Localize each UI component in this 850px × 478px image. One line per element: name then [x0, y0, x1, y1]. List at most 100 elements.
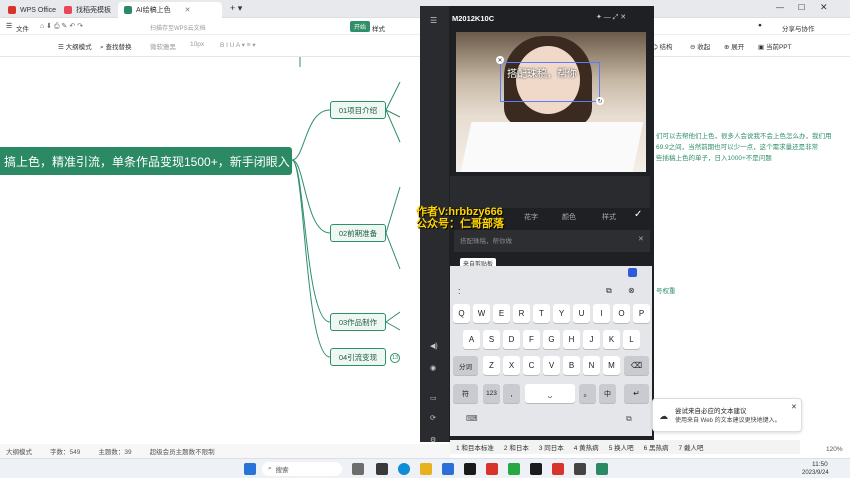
key-g[interactable]: G: [543, 330, 560, 349]
tab-current-doc[interactable]: AI绘稿上色 ✕: [118, 2, 222, 18]
clear-icon[interactable]: ✕: [638, 235, 644, 243]
key-a[interactable]: A: [463, 330, 480, 349]
structure-button[interactable]: ⌬ 结构: [652, 41, 672, 51]
key-q[interactable]: Q: [453, 304, 470, 323]
avatar[interactable]: ●: [758, 22, 762, 29]
key-v[interactable]: V: [543, 356, 560, 375]
topic-node[interactable]: 04引流变现: [330, 348, 386, 366]
topic-node[interactable]: 03作品制作: [330, 313, 386, 331]
topic-node[interactable]: 02前期准备: [330, 224, 386, 242]
format-icons[interactable]: B I U A ▾ ≡ ▾: [220, 41, 256, 49]
clock-date[interactable]: 2023/9/24: [802, 470, 829, 476]
key-symbols[interactable]: 符: [453, 384, 478, 403]
confirm-icon[interactable]: ✓: [634, 209, 642, 220]
key-segment[interactable]: 分词: [453, 356, 478, 375]
zoom-level[interactable]: 120%: [826, 446, 843, 453]
candidate-item[interactable]: 1 和目本标准: [456, 442, 494, 452]
key-numbers[interactable]: 123: [483, 384, 500, 403]
quick-tools-icon[interactable]: ⌂ ⬇ ⎙ ✎ ↶ ↷: [40, 22, 83, 31]
key-c[interactable]: C: [523, 356, 540, 375]
candidate-item[interactable]: 6 黑热病: [644, 442, 669, 452]
key-n[interactable]: N: [583, 356, 600, 375]
style-tab[interactable]: 样式: [372, 23, 385, 33]
key-o[interactable]: O: [613, 304, 630, 323]
candidate-item[interactable]: 4 黄热病: [574, 442, 599, 452]
key-z[interactable]: Z: [483, 356, 500, 375]
key-i[interactable]: I: [593, 304, 610, 323]
delete-handle-icon[interactable]: ✕: [496, 56, 504, 64]
app-icon[interactable]: [596, 463, 608, 475]
tool-huazi[interactable]: 花字: [524, 212, 538, 222]
keyboard[interactable]: : ⧉ ⊗ Q W E R T Y U I O P A S D F G H J …: [450, 266, 652, 436]
text-input[interactable]: 搭配珠稿，帮你做 ✕: [454, 230, 650, 252]
key-d[interactable]: D: [503, 330, 520, 349]
app-icon[interactable]: [376, 463, 388, 475]
close-icon[interactable]: ✕: [791, 403, 797, 411]
location-icon[interactable]: ◉: [430, 364, 436, 372]
key-h[interactable]: H: [563, 330, 580, 349]
candidate-item[interactable]: 5 换人吧: [609, 442, 634, 452]
topic-node[interactable]: 01项目介绍: [330, 101, 386, 119]
export-ppt-button[interactable]: ▣ 当前PPT: [758, 41, 792, 51]
keyboard-app-icon[interactable]: [628, 268, 637, 277]
close-icon[interactable]: ✕: [185, 6, 191, 14]
settings-icon[interactable]: ⚙: [430, 436, 436, 444]
size-select[interactable]: 10px: [190, 41, 204, 48]
candidate-item[interactable]: 7 戴人吧: [679, 442, 704, 452]
wechat-icon[interactable]: [508, 463, 520, 475]
clipboard-icon[interactable]: ⧉: [606, 286, 612, 296]
share-button[interactable]: 分享与协作: [782, 23, 815, 33]
windows-start-icon[interactable]: [244, 463, 256, 475]
central-topic[interactable]: 搞上色，精准引流，单条作品变现1500+，新手闭眼入: [0, 147, 292, 175]
key-t[interactable]: T: [533, 304, 550, 323]
candidate-colon[interactable]: :: [458, 286, 461, 296]
key-x[interactable]: X: [503, 356, 520, 375]
key-f[interactable]: F: [523, 330, 540, 349]
menu-icon[interactable]: ☰: [430, 16, 437, 25]
tab-wps-office[interactable]: WPS Office: [2, 2, 62, 18]
close-candidates-icon[interactable]: ⊗: [628, 286, 635, 295]
key-chinese[interactable]: 中: [599, 384, 616, 403]
photo-preview[interactable]: [456, 32, 646, 172]
key-s[interactable]: S: [483, 330, 500, 349]
candidate-item[interactable]: 2 和日本: [504, 442, 529, 452]
keyboard-toggle-icon[interactable]: ⌨: [466, 414, 478, 423]
app-icon[interactable]: [442, 463, 454, 475]
folder-icon[interactable]: [420, 463, 432, 475]
app-icon[interactable]: [530, 463, 542, 475]
key-p[interactable]: P: [633, 304, 650, 323]
volume-icon[interactable]: ◀): [430, 342, 438, 350]
window-max-icon[interactable]: ☐: [798, 3, 805, 12]
backspace-icon[interactable]: ⌫: [624, 356, 649, 375]
window-close-icon[interactable]: ✕: [820, 2, 828, 13]
status-mode[interactable]: 大纲模式: [6, 446, 32, 456]
key-e[interactable]: E: [493, 304, 510, 323]
edge-icon[interactable]: [398, 463, 410, 475]
overlay-text[interactable]: 搭配珠稿，帮你: [507, 65, 577, 80]
pin-icon[interactable]: ✦ — ⤢ ✕: [596, 13, 626, 22]
clock-time[interactable]: 11:50: [812, 461, 828, 468]
add-tab-icon[interactable]: + ▾: [230, 3, 242, 14]
menu-icon[interactable]: ☰: [6, 22, 12, 30]
window-min-icon[interactable]: —: [776, 3, 784, 12]
app-icon[interactable]: [486, 463, 498, 475]
key-period[interactable]: 。: [579, 384, 596, 403]
wps-icon[interactable]: [552, 463, 564, 475]
notification-toast[interactable]: ☁ 尝试来自必应的文本建议 使用来自 Web 的文本建议更快地键入。 ✕: [652, 398, 802, 432]
outline-mode-button[interactable]: ☰ 大纲模式: [58, 41, 92, 51]
keyboard-settings-icon[interactable]: ⧉: [626, 414, 632, 424]
space-key[interactable]: ⎵: [525, 384, 575, 403]
rotate-handle-icon[interactable]: ↻: [596, 97, 604, 105]
rotate-icon[interactable]: ⟳: [430, 414, 436, 422]
start-tab[interactable]: 开始: [350, 21, 371, 32]
find-replace-button[interactable]: ⌕ 查找替换: [100, 41, 131, 52]
key-j[interactable]: J: [583, 330, 600, 349]
key-r[interactable]: R: [513, 304, 530, 323]
key-m[interactable]: M: [603, 356, 620, 375]
collapsed-count-badge[interactable]: 13: [390, 353, 400, 363]
key-w[interactable]: W: [473, 304, 490, 323]
candidate-item[interactable]: 3 同日本: [539, 442, 564, 452]
key-l[interactable]: L: [623, 330, 640, 349]
collapse-button[interactable]: ⊖ 收起: [690, 41, 710, 51]
text-selection-box[interactable]: 搭配珠稿，帮你: [500, 62, 600, 102]
